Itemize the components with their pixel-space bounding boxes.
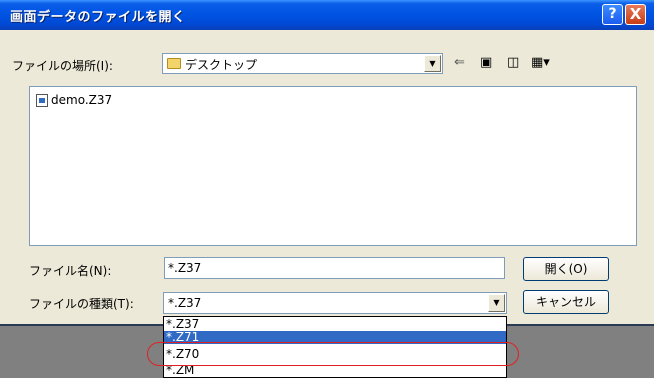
view-menu-icon[interactable]: ▦▾ (531, 55, 550, 70)
lookin-value: デスクトップ (185, 58, 258, 72)
filename-input[interactable]: *.Z37 (164, 257, 505, 279)
filename-label: ファイル名(N): (29, 264, 112, 278)
up-folder-icon[interactable]: ▣ (480, 55, 492, 70)
folder-icon (167, 58, 181, 69)
open-button[interactable]: 開く(O) (523, 257, 609, 281)
filetype-value: *.Z37 (168, 296, 202, 310)
lookin-dropdown-arrow[interactable]: ▼ (424, 55, 441, 72)
new-folder-icon[interactable]: ◫ (507, 55, 519, 70)
back-arrow-icon[interactable]: ⇐ (454, 55, 465, 70)
file-icon (36, 94, 48, 107)
close-button[interactable]: X (625, 4, 646, 25)
file-list-pane[interactable]: demo.Z37 (29, 86, 637, 246)
dialog-title: 画面データのファイルを開く (10, 10, 186, 25)
filetype-combobox[interactable]: *.Z37 ▼ (163, 292, 507, 314)
annotation-circle (147, 342, 519, 366)
filetype-dropdown-arrow[interactable]: ▼ (488, 294, 505, 312)
lookin-combobox[interactable]: デスクトップ ▼ (162, 53, 443, 74)
filetype-label: ファイルの種類(T): (29, 297, 134, 311)
help-button[interactable]: ? (602, 4, 623, 25)
open-file-dialog: 画面データのファイルを開く ? X ファイルの場所(I): デスクトップ ▼ ⇐… (0, 0, 654, 378)
lookin-label: ファイルの場所(I): (12, 59, 113, 73)
cancel-button[interactable]: キャンセル (523, 290, 609, 314)
filetype-option[interactable]: *.Z37 (164, 318, 506, 331)
title-bar[interactable]: 画面データのファイルを開く ? X (0, 0, 654, 30)
file-name: demo.Z37 (51, 93, 113, 107)
